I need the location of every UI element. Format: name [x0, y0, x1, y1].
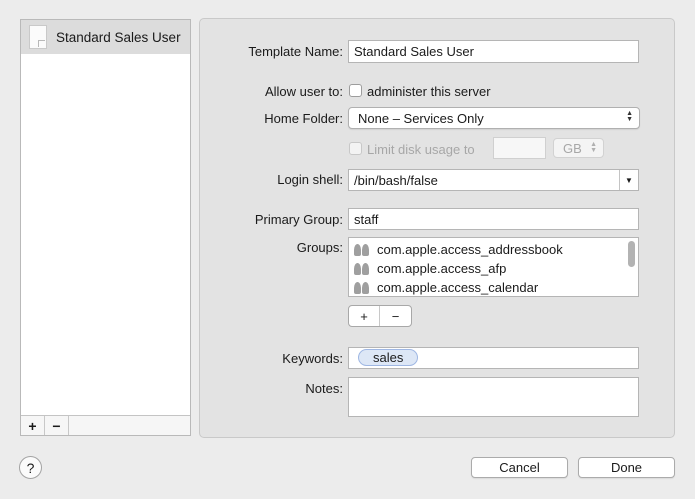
template-list-item[interactable]: Standard Sales User: [21, 20, 190, 54]
template-name-label: Template Name:: [248, 44, 343, 59]
document-icon: [29, 25, 47, 49]
chevron-down-icon[interactable]: ▼: [619, 170, 638, 190]
group-icon: [353, 243, 371, 257]
group-name: com.apple.access_addressbook: [377, 242, 563, 257]
group-icon: [353, 281, 371, 295]
updown-arrows-icon: ▲ ▼: [626, 110, 633, 123]
template-item-label: Standard Sales User: [56, 30, 181, 45]
disk-unit-popup[interactable]: GB ▲ ▼: [553, 138, 604, 158]
cancel-button[interactable]: Cancel: [471, 457, 568, 478]
add-template-button[interactable]: +: [21, 416, 45, 435]
login-shell-value: /bin/bash/false: [354, 172, 438, 188]
group-name: com.apple.access_afp: [377, 261, 507, 276]
notes-label: Notes:: [305, 381, 343, 396]
remove-group-button[interactable]: −: [380, 306, 411, 326]
administer-server-label: administer this server: [367, 84, 491, 99]
group-name: com.apple.access_calendar: [377, 280, 539, 295]
done-button[interactable]: Done: [578, 457, 675, 478]
add-group-button[interactable]: +: [349, 306, 381, 326]
groups-scrollbar[interactable]: [628, 241, 635, 267]
allow-user-label: Allow user to:: [264, 84, 343, 99]
group-icon: [353, 262, 371, 276]
help-button[interactable]: ?: [19, 456, 42, 479]
primary-group-label: Primary Group:: [254, 212, 343, 227]
list-item[interactable]: com.apple.access_calendar: [353, 278, 539, 296]
remove-template-button[interactable]: −: [45, 416, 69, 435]
login-shell-label: Login shell:: [277, 172, 343, 187]
template-name-field[interactable]: Standard Sales User: [348, 40, 639, 63]
administer-server-checkbox[interactable]: [349, 84, 362, 97]
keyword-token[interactable]: sales: [358, 349, 419, 366]
limit-disk-label: Limit disk usage to: [367, 142, 475, 157]
groups-list[interactable]: com.apple.access_addressbook com.apple.a…: [348, 237, 639, 297]
home-folder-value: None – Services Only: [358, 110, 484, 126]
disk-unit-value: GB: [563, 140, 582, 156]
home-folder-popup[interactable]: None – Services Only ▲ ▼: [348, 107, 640, 129]
login-shell-combo[interactable]: /bin/bash/false ▼: [348, 169, 639, 191]
keywords-label: Keywords:: [282, 351, 343, 366]
list-item[interactable]: com.apple.access_afp: [353, 259, 506, 278]
disk-limit-field[interactable]: [493, 137, 546, 159]
home-folder-label: Home Folder:: [264, 111, 343, 126]
primary-group-field[interactable]: staff: [348, 208, 639, 230]
updown-arrows-icon: ▲ ▼: [590, 141, 597, 154]
groups-label: Groups:: [296, 240, 343, 255]
template-list[interactable]: Standard Sales User + −: [20, 19, 191, 436]
list-item[interactable]: com.apple.access_addressbook: [353, 240, 563, 259]
notes-field[interactable]: [348, 377, 639, 417]
template-list-toolbar: + −: [21, 415, 190, 435]
limit-disk-checkbox[interactable]: [349, 142, 362, 155]
group-buttons: + −: [348, 305, 412, 327]
